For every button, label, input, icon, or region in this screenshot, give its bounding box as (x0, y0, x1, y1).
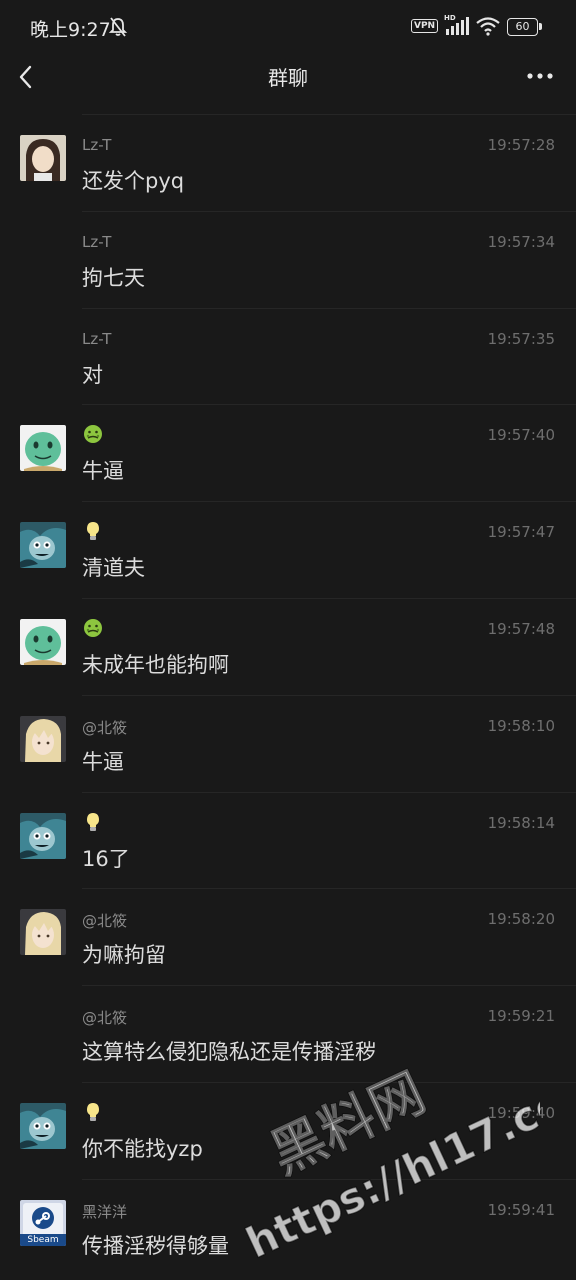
message-time: 19:59:40 (487, 1103, 555, 1122)
status-bar: 晚上9:27 VPN HD 60 (0, 0, 576, 56)
message-time: 19:57:47 (487, 523, 555, 542)
message-item[interactable]: Lz-T 19:57:34 拘七天 (82, 210, 576, 308)
message-time: 19:57:28 (487, 136, 555, 154)
message-text: 还发个pyq (82, 169, 185, 193)
message-time: 19:57:40 (487, 426, 555, 445)
message-text: 这算特么侵犯隐私还是传播淫秽 (82, 1040, 376, 1065)
message-item[interactable]: Lz-T 19:57:28 还发个pyq (82, 114, 576, 211)
message-item[interactable]: 19:57:48 未成年也能拘啊 (82, 597, 576, 695)
message-item[interactable]: Lz-T 19:57:35 对 (82, 307, 576, 405)
light-bulb-emoji-icon (87, 812, 99, 831)
message-text: 清道夫 (82, 556, 145, 581)
sender-name: 黑洋洋 (82, 1202, 128, 1221)
message-time: 19:57:35 (487, 329, 555, 348)
message-time: 19:58:10 (487, 716, 555, 735)
message-item[interactable]: 19:59:40 你不能找yzp (82, 1081, 576, 1179)
title-bar: 群聊 (0, 56, 576, 106)
light-bulb-emoji-icon (87, 1102, 99, 1121)
vpn-badge: VPN (411, 19, 439, 33)
steam-avatar[interactable]: Sbeam (20, 1200, 66, 1246)
message-time: 19:57:34 (487, 232, 555, 251)
battery-level: 60 (515, 20, 530, 33)
light-bulb-emoji-icon (87, 522, 99, 541)
nauseated-face-emoji-icon (84, 618, 102, 637)
message-item[interactable]: @北筱 19:59:21 这算特么侵犯隐私还是传播淫秽 (82, 985, 576, 1082)
blonde-anime-avatar[interactable] (20, 909, 66, 955)
blonde-anime-avatar[interactable] (20, 716, 66, 762)
page-title: 群聊 (268, 66, 308, 90)
message-text: 拘七天 (82, 265, 145, 290)
sender-name: Lz-T (82, 329, 112, 348)
blue-creature-avatar[interactable] (20, 1103, 66, 1149)
sender-name: @北筱 (82, 1009, 128, 1028)
message-time: 19:58:14 (487, 813, 555, 832)
wifi-icon (476, 17, 500, 36)
signal-icon (446, 17, 469, 35)
message-item[interactable]: 19:57:40 牛逼 (82, 404, 576, 501)
message-time: 19:59:41 (487, 1200, 555, 1219)
message-text: 你不能找yzp (82, 1136, 203, 1161)
message-time: 19:57:48 (487, 619, 555, 638)
message-item[interactable]: @北筱 19:58:10 牛逼 (82, 694, 576, 792)
message-list[interactable]: Lz-T 19:57:28 还发个pyq Lz-T 19:57:34 拘七天 L… (0, 114, 576, 1276)
message-text: 传播淫秽得够量 (82, 1233, 229, 1258)
message-item[interactable]: 19:57:47 清道夫 (82, 501, 576, 598)
sender-name: Lz-T (82, 136, 112, 154)
battery-cap (539, 23, 542, 30)
sender-name: @北筱 (82, 718, 128, 737)
battery-indicator: 60 (507, 18, 538, 36)
sender-name: @北筱 (82, 912, 128, 931)
anime-boy-avatar[interactable] (20, 135, 66, 181)
message-text: 牛逼 (82, 459, 124, 484)
message-text: 16了 (82, 846, 130, 871)
message-text: 对 (82, 362, 103, 387)
blue-creature-avatar[interactable] (20, 522, 66, 568)
message-item[interactable]: @北筱 19:58:20 为嘛拘留 (82, 888, 576, 985)
green-turtle-avatar[interactable] (20, 425, 66, 471)
message-text: 牛逼 (82, 749, 124, 774)
blue-creature-avatar[interactable] (20, 813, 66, 859)
message-text: 未成年也能拘啊 (82, 652, 229, 677)
bell-muted-icon (108, 17, 128, 37)
avatar-label: Sbeam (20, 1233, 66, 1246)
status-time: 晚上9:27 (30, 19, 111, 41)
message-item[interactable]: Sbeam 黑洋洋 19:59:41 传播淫秽得够量 (20, 1178, 576, 1276)
sender-name: Lz-T (82, 232, 112, 251)
green-turtle-avatar[interactable] (20, 619, 66, 665)
message-item[interactable]: 19:58:14 16了 (82, 791, 576, 889)
more-options-icon[interactable] (526, 72, 554, 80)
message-time: 19:59:21 (487, 1007, 555, 1026)
nauseated-face-emoji-icon (84, 425, 102, 444)
message-text: 为嘛拘留 (82, 943, 166, 968)
message-time: 19:58:20 (487, 910, 555, 929)
